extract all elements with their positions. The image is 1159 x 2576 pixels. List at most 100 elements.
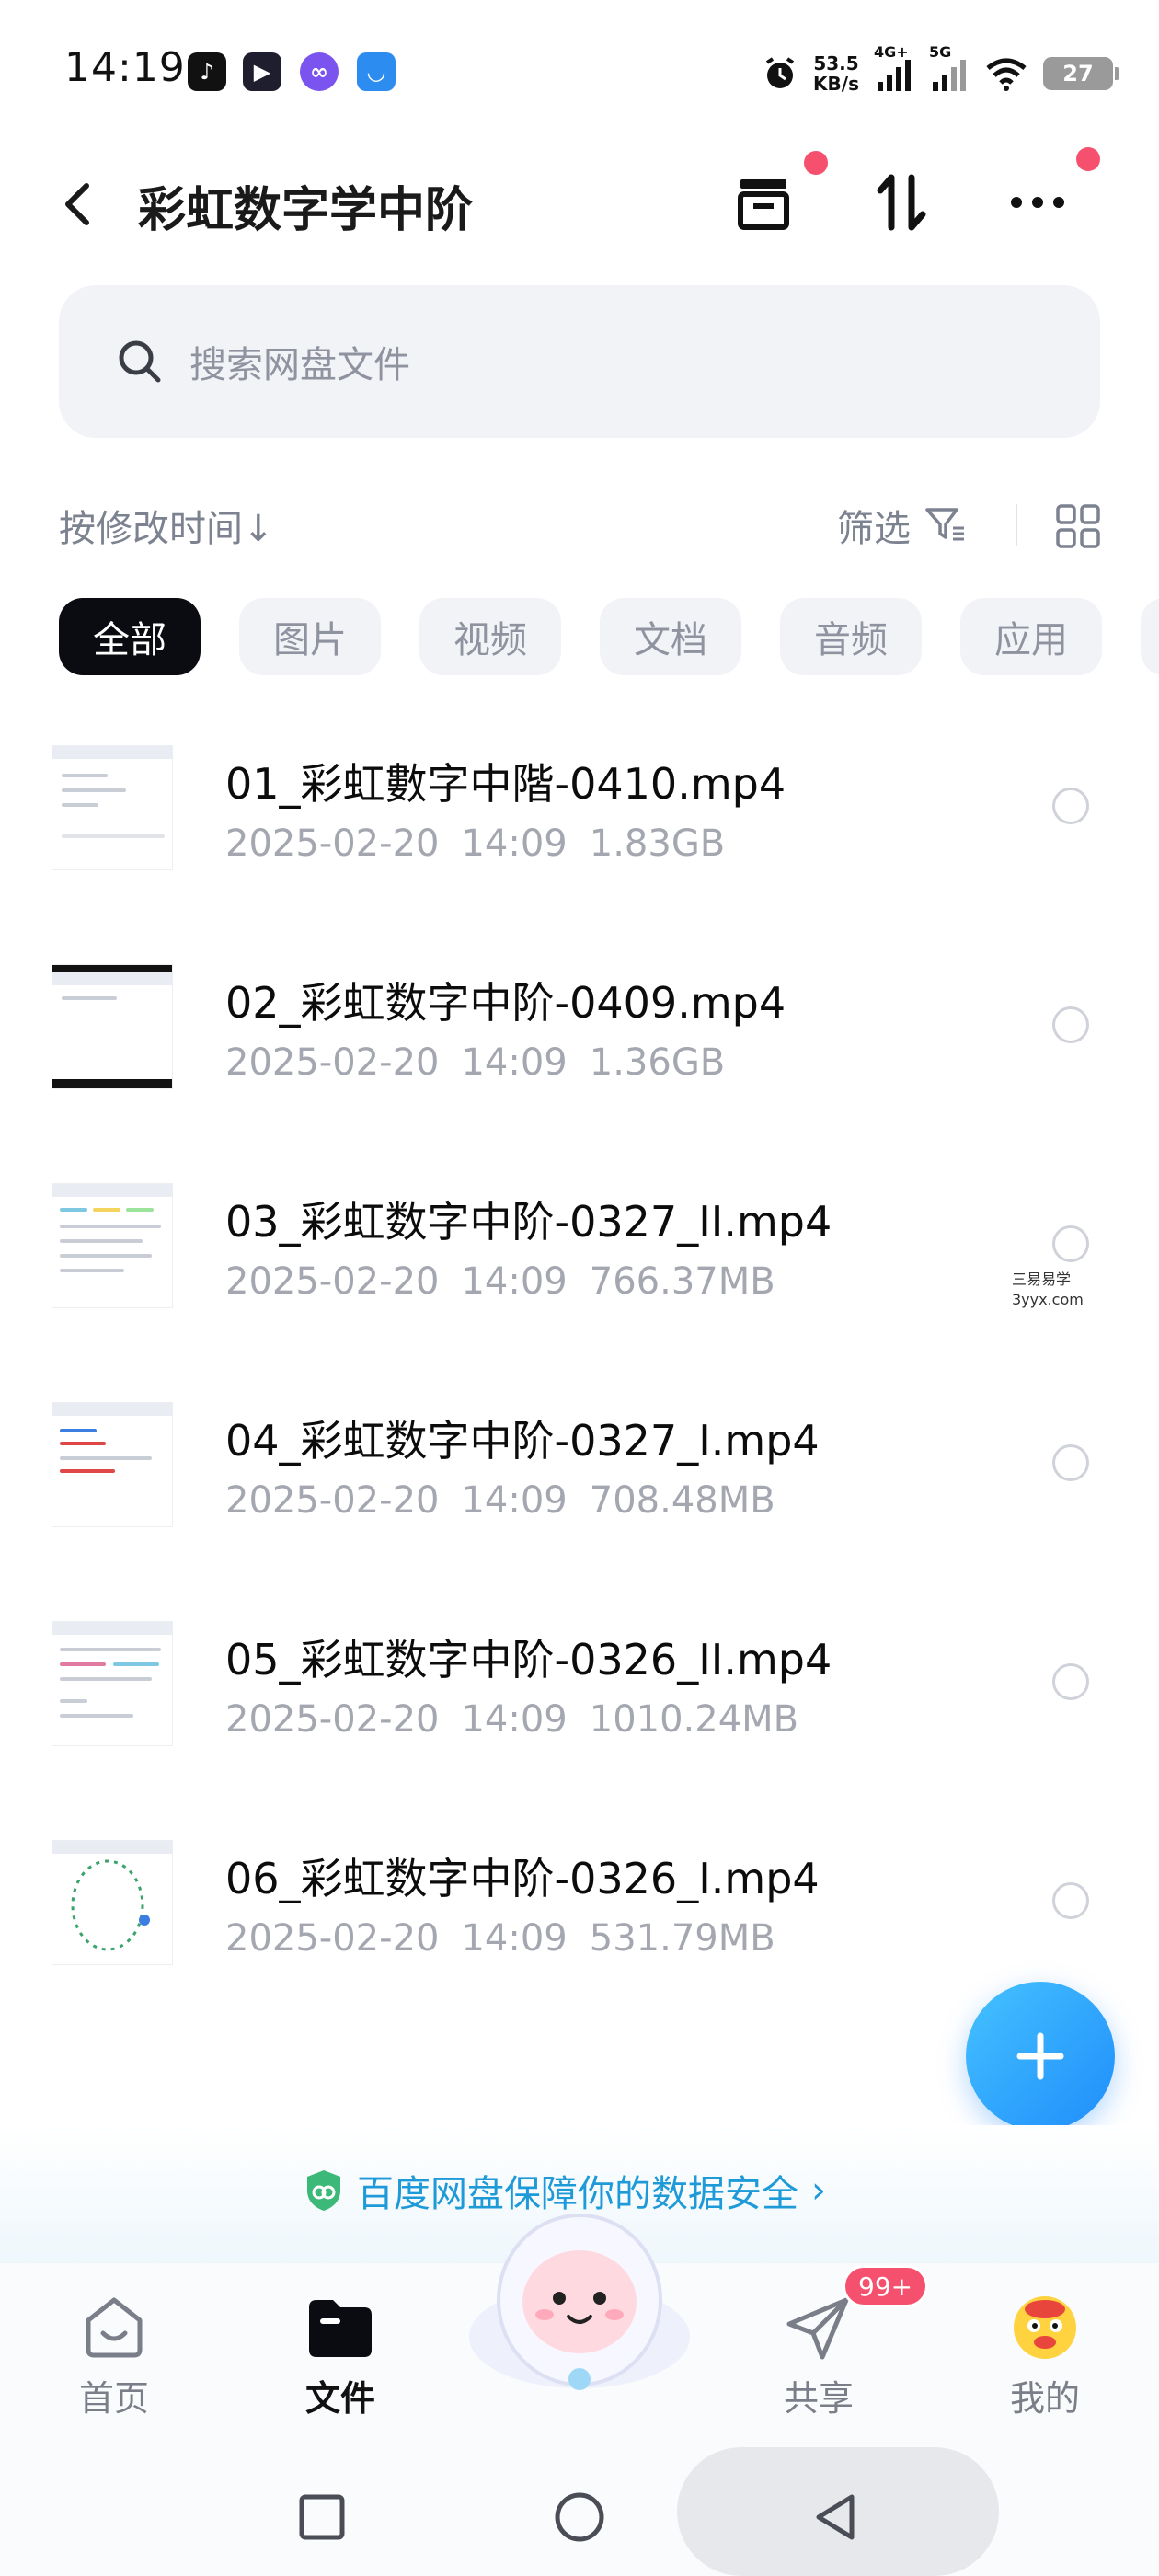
file-name: 04_彩虹数字中阶-0327_I.mp4 [225,1416,820,1466]
file-name: 06_彩虹数字中阶-0326_I.mp4 [225,1854,820,1903]
watermark: 三易易学 3yyx.com [1012,1271,1084,1308]
select-radio[interactable] [1052,1444,1089,1481]
share-count-badge: 99+ [843,2265,929,2307]
alarm-icon [765,57,795,88]
back-button[interactable] [55,177,101,232]
search-icon [119,340,161,383]
sort-by-modified-time[interactable]: 按修改时间↓ [59,499,274,552]
home-icon [86,2297,143,2358]
battery-indicator: 27 [1043,57,1119,90]
file-meta: 2025-02-20 14:09 531.79MB [225,1917,775,1960]
assistant-mascot-icon[interactable] [460,2199,699,2401]
nav-files[interactable]: 文件 [267,2291,414,2429]
divider [1016,504,1017,546]
status-right-cluster: 53.5 KB/s 4G+ 5G 27 [762,43,1119,101]
system-navigation-bar [0,2447,1159,2576]
chip-images[interactable]: 图片 [239,598,381,675]
more-button[interactable] [1001,166,1074,239]
video-thumbnail [52,964,173,1089]
status-bar: 14:19 ♪ ▶ ∞ ◡ 53.5 KB/s 4G+ 5G 27 [0,0,1159,138]
wifi-icon [986,58,1027,91]
select-radio[interactable] [1052,1006,1089,1043]
file-meta: 2025-02-20 14:09 1.36GB [225,1041,726,1084]
file-name: 05_彩虹数字中阶-0326_II.mp4 [225,1635,832,1685]
select-radio[interactable] [1052,788,1089,824]
paper-plane-icon [786,2297,849,2360]
sort-arrow-icon: ↓ [243,508,274,550]
avatar-icon [1014,2296,1076,2359]
video-thumbnail [52,1183,173,1308]
nav-home[interactable]: 首页 [40,2291,188,2429]
add-fab-button[interactable] [966,1982,1115,2131]
sort-transfer-icon [877,174,926,231]
list-item[interactable]: 04_彩虹数字中阶-0327_I.mp4 2025-02-20 14:09 708.… [0,1384,1159,1603]
file-meta: 2025-02-20 14:09 1.83GB [225,822,726,865]
sort-button[interactable] [865,166,938,239]
system-back-button[interactable] [800,2480,874,2554]
archive-notification-dot [804,151,828,175]
chip-audio[interactable]: 音频 [780,598,922,675]
back-chevron-icon [65,183,89,225]
video-thumbnail [52,745,173,870]
file-meta: 2025-02-20 14:09 766.37MB [225,1260,775,1303]
nav-share[interactable]: 共享 [745,2291,892,2429]
triangle-back-icon [816,2494,855,2540]
select-radio[interactable] [1052,1663,1089,1700]
nav-share-label: 共享 [783,2378,854,2419]
video-thumbnail [52,1402,173,1527]
home-button[interactable] [543,2480,616,2554]
sort-filter-bar: 按修改时间↓ 筛选 [0,488,1159,561]
top-app-bar: 彩虹数字学中阶 [0,138,1159,267]
nav-home-label: 首页 [78,2378,149,2419]
tiktok-icon: ♪ [188,52,226,91]
archive-button[interactable] [727,166,800,239]
file-name: 03_彩虹数字中阶-0327_II.mp4 [225,1197,832,1247]
status-time: 14:19 [64,44,186,91]
nav-me[interactable]: 我的 [971,2291,1119,2429]
list-item[interactable]: 05_彩虹数字中阶-0326_II.mp4 2025-02-20 14:09 101… [0,1603,1159,1822]
square-recents-icon [299,2494,345,2540]
chip-videos[interactable]: 视频 [419,598,561,675]
file-name: 02_彩虹数字中阶-0409.mp4 [225,978,786,1028]
file-name: 01_彩虹數字中階-0410.mp4 [225,759,786,809]
search-input[interactable]: 搜索网盘文件 [59,285,1100,438]
video-thumbnail [52,1621,173,1746]
list-item[interactable]: 03_彩虹数字中阶-0327_II.mp4 2025-02-20 14:09 766… [0,1165,1159,1384]
chip-more[interactable] [1141,598,1159,675]
plus-icon [1016,2032,1064,2080]
video-player-icon: ▶ [243,52,281,91]
select-radio[interactable] [1052,1225,1089,1262]
filter-button[interactable]: 筛选 [837,499,911,552]
search-placeholder: 搜索网盘文件 [189,344,410,386]
signal-4g: 4G+ [874,43,914,98]
nav-me-label: 我的 [1009,2378,1080,2419]
list-item[interactable]: 02_彩虹数字中阶-0409.mp4 2025-02-20 14:09 1.36GB [0,946,1159,1165]
folder-icon [309,2300,372,2357]
circle-home-icon [555,2492,604,2542]
shield-icon [307,2170,340,2211]
chip-apps[interactable]: 应用 [960,598,1102,675]
file-meta: 2025-02-20 14:09 1010.24MB [225,1698,799,1741]
signal-bars-icon [933,59,966,91]
nav-files-label: 文件 [304,2378,375,2419]
signal-bars-icon [878,59,911,91]
archive-box-icon [738,179,789,230]
chip-documents[interactable]: 文档 [600,598,741,675]
infinity-app-icon: ∞ [300,52,339,91]
select-radio[interactable] [1052,1882,1089,1919]
signal-5g: 5G [929,43,970,98]
video-thumbnail [52,1840,173,1965]
recents-button[interactable] [285,2480,359,2554]
page-title: 彩虹数字学中阶 [138,183,474,238]
category-chips: 全部 图片 视频 文档 音频 应用 [0,598,1159,677]
more-notification-dot [1076,147,1100,171]
more-dots-icon [1011,197,1064,208]
clip-app-icon: ◡ [357,52,396,91]
grid-view-icon[interactable] [1054,502,1102,550]
filter-funnel-icon[interactable] [924,504,968,545]
file-meta: 2025-02-20 14:09 708.48MB [225,1479,775,1522]
net-speed: 53.5 KB/s [813,52,859,95]
chip-all[interactable]: 全部 [59,598,201,675]
chevron-right-icon: › [811,2169,826,2212]
list-item[interactable]: 01_彩虹數字中階-0410.mp4 2025-02-20 14:09 1.83GB [0,727,1159,946]
